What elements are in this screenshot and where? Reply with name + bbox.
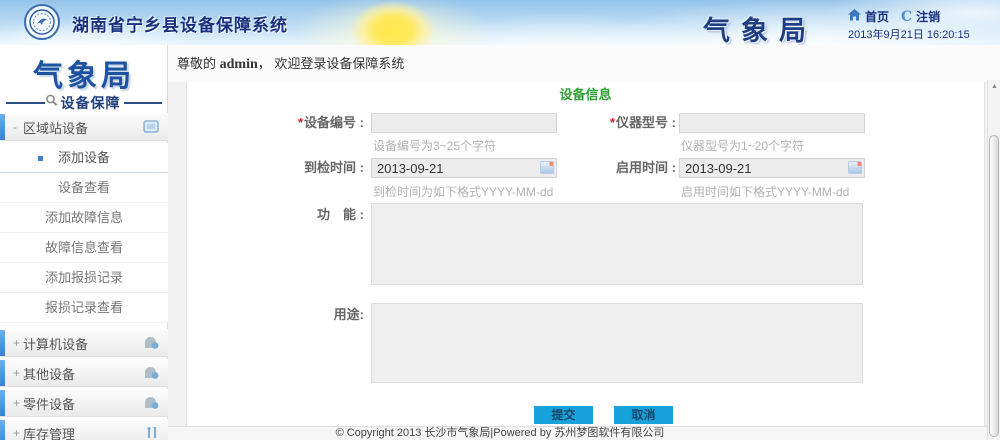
app-window: 湖南省宁乡县设备保障系统 气象局 首页 C 注销 2013年9月21日 16:2… (0, 0, 1000, 440)
sidebar-section-inventory[interactable]: + 库存管理 (0, 419, 168, 440)
scrollbar-thumb[interactable] (989, 135, 999, 437)
model-hint: 仪器型号为1~20个字符 (681, 137, 804, 154)
submit-button[interactable]: 提交 (534, 406, 593, 424)
enable-date-label: 启用时间 : (583, 158, 676, 178)
scroll-up-arrow-icon[interactable]: ▲ (988, 80, 1000, 94)
collapse-indicator: - (13, 120, 23, 134)
device-no-label: *设备编号 : (271, 113, 364, 133)
calendar-icon[interactable] (540, 161, 554, 174)
comment-icon (143, 336, 159, 355)
home-link[interactable]: 首页 (865, 8, 889, 25)
sidebar-item-add-damage[interactable]: 添加报损记录 (0, 263, 168, 293)
device-form-panel: 设备信息 *设备编号 : 设备编号为3~25个字符 *仪器型号 : 仪器型号为1… (186, 82, 985, 426)
logout-link[interactable]: 注销 (916, 8, 940, 25)
model-label: *仪器型号 : (583, 113, 676, 133)
section-accent-bar (0, 390, 5, 416)
cancel-button[interactable]: 取消 (614, 406, 673, 424)
bureau-logo-icon (24, 4, 60, 40)
sidebar-section-region-station[interactable]: - 区域站设备 (0, 113, 168, 141)
device-no-hint: 设备编号为3~25个字符 (373, 137, 496, 154)
home-icon (848, 9, 861, 24)
sidebar-brand-subtitle-row: 设备保障 (0, 93, 168, 113)
sidebar-item-view-damage[interactable]: 报损记录查看 (0, 293, 168, 323)
usage-label: 用途: (271, 305, 364, 325)
function-textarea[interactable] (371, 203, 863, 285)
greeting-username: admin (220, 57, 258, 72)
check-date-field (371, 158, 557, 178)
section-accent-bar (0, 420, 5, 440)
expand-indicator: + (13, 366, 23, 380)
greeting-bar: 尊敬的 admin， 欢迎登录设备保障系统 (168, 45, 1000, 82)
enable-date-field (679, 158, 865, 178)
sidebar-section-other[interactable]: + 其他设备 (0, 359, 168, 387)
sidebar-item-add-device[interactable]: 添加设备 (0, 143, 168, 173)
header: 湖南省宁乡县设备保障系统 气象局 首页 C 注销 2013年9月21日 16:2… (0, 0, 1000, 45)
form-title: 设备信息 (187, 84, 984, 103)
check-date-input[interactable] (371, 158, 557, 178)
expand-indicator: + (13, 336, 23, 350)
sidebar-brand-title: 气象局 (0, 51, 168, 95)
section-accent-bar (0, 330, 5, 356)
expand-indicator: + (13, 426, 23, 440)
sidebar-menu: - 区域站设备 添加设备 设备查看 添加故障信息 (0, 113, 168, 440)
usage-textarea[interactable] (371, 303, 863, 383)
sidebar-submenu: 添加设备 设备查看 添加故障信息 故障信息查看 添加报损记录 报损记录查看 (0, 143, 168, 323)
expand-indicator: + (13, 396, 23, 410)
sidebar-section-computer[interactable]: + 计算机设备 (0, 329, 168, 357)
comment-icon (143, 366, 159, 385)
bureau-name: 气象局 (665, 9, 855, 48)
check-date-hint: 到检时间为如下格式YYYY-MM-dd (373, 183, 553, 200)
sidebar-item-view-device[interactable]: 设备查看 (0, 173, 168, 203)
calendar-icon[interactable] (848, 161, 862, 174)
enable-date-hint: 启用时间如下格式YYYY-MM-dd (681, 183, 849, 200)
model-input[interactable] (679, 113, 865, 133)
section-accent-bar (0, 360, 5, 386)
footer: © Copyright 2013 长沙市气象局|Powered by 苏州梦图软… (168, 426, 1000, 440)
selected-bullet (38, 156, 43, 161)
sidebar-brand-subtitle: 设备保障 (61, 93, 121, 113)
greeting-suffix: ， 欢迎登录设备保障系统 (258, 56, 405, 71)
page-title: 湖南省宁乡县设备保障系统 (72, 11, 288, 36)
sidebar: 气象局 设备保障 - 区域站设备 (0, 45, 168, 440)
greeting-prefix: 尊敬的 (177, 56, 220, 71)
search-icon (45, 94, 58, 112)
copyright-text: © Copyright 2013 长沙市气象局|Powered by 苏州梦图软… (168, 427, 832, 440)
function-label: 功 能 : (271, 205, 364, 225)
tools-icon (145, 426, 159, 440)
enable-date-input[interactable] (679, 158, 865, 178)
sidebar-item-view-fault[interactable]: 故障信息查看 (0, 233, 168, 263)
required-mark: * (610, 115, 615, 130)
sidebar-section-parts[interactable]: + 零件设备 (0, 389, 168, 417)
sidebar-item-add-fault[interactable]: 添加故障信息 (0, 203, 168, 233)
datetime-display: 2013年9月21日 16:20:15 (848, 26, 970, 42)
required-mark: * (298, 115, 303, 130)
divider (6, 102, 45, 104)
check-date-label: 到检时间 : (271, 158, 364, 178)
section-accent-bar (0, 114, 5, 140)
header-nav: 首页 C 注销 (848, 8, 940, 25)
logout-icon: C (901, 9, 912, 25)
device-no-input[interactable] (371, 113, 557, 133)
vertical-scrollbar[interactable]: ▲ (987, 80, 1000, 440)
comment-icon (143, 396, 159, 415)
divider (124, 102, 163, 104)
monitor-icon (143, 120, 159, 139)
